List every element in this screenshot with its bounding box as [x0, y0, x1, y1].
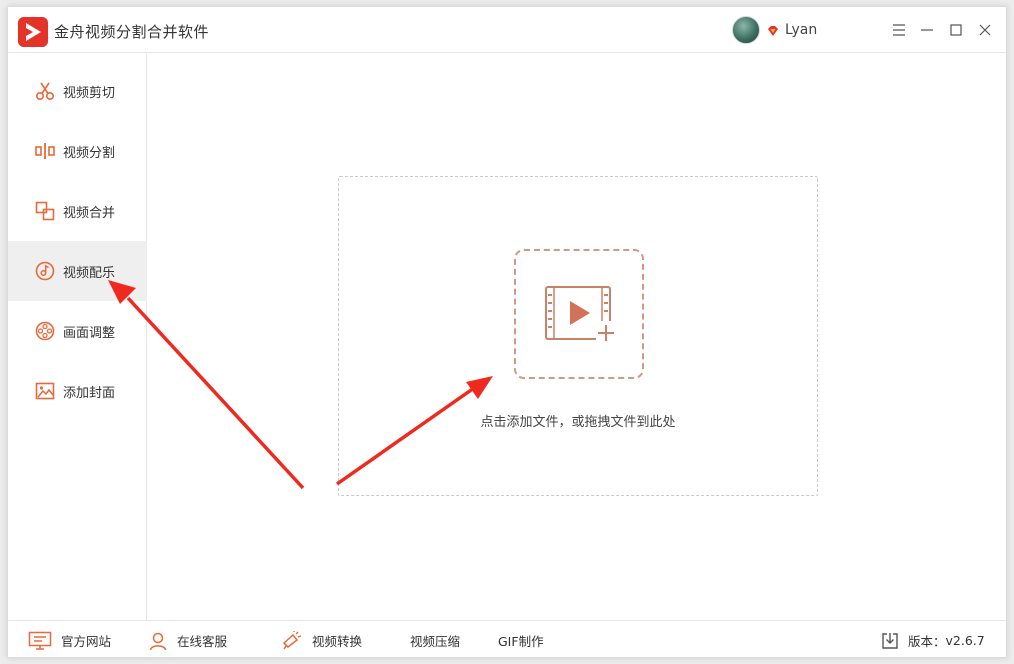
sidebar-item-video-music[interactable]: 视频配乐	[8, 241, 147, 301]
minimize-icon	[921, 29, 933, 31]
app-logo-icon	[18, 17, 48, 47]
maximize-button[interactable]	[945, 19, 967, 41]
sidebar-item-label: 添加封面	[63, 385, 116, 401]
sidebar-item-label: 视频合并	[63, 205, 116, 221]
image-icon	[35, 381, 55, 401]
main-area: 点击添加文件，或拖拽文件到此处	[148, 54, 1006, 620]
sidebar-item-video-cut[interactable]: 视频剪切	[8, 61, 147, 121]
download-icon	[881, 632, 899, 650]
video-compress-link[interactable]: 视频压缩	[410, 621, 461, 657]
close-icon	[979, 24, 991, 36]
merge-icon	[35, 201, 55, 221]
online-support-link[interactable]: 在线客服	[148, 621, 228, 657]
app-title: 金舟视频分割合并软件	[54, 23, 210, 41]
username: Lyan	[785, 22, 818, 38]
video-convert-link[interactable]: 视频转换	[281, 621, 363, 657]
online-support-label: 在线客服	[177, 634, 228, 649]
file-drop-zone[interactable]: 点击添加文件，或拖拽文件到此处	[338, 176, 818, 496]
maximize-icon	[950, 24, 962, 36]
gif-make-link[interactable]: GIF制作	[498, 621, 544, 657]
vip-diamond-icon	[766, 23, 780, 37]
customer-service-icon	[148, 631, 168, 651]
official-website-link[interactable]: 官方网站	[28, 621, 112, 657]
avatar[interactable]	[732, 16, 760, 44]
video-compress-label: 视频压缩	[410, 634, 461, 649]
official-website-label: 官方网站	[61, 634, 112, 649]
minimize-button[interactable]	[916, 19, 938, 41]
version-label: 版本：	[908, 634, 946, 649]
drop-hint-text: 点击添加文件，或拖拽文件到此处	[480, 415, 676, 430]
add-file-button[interactable]	[514, 249, 644, 379]
sidebar-item-label: 视频分割	[63, 145, 116, 161]
megaphone-icon	[281, 630, 303, 651]
sidebar-item-label: 画面调整	[63, 325, 116, 341]
menu-button[interactable]	[888, 19, 910, 41]
status-bar: 官方网站 在线客服 视频转换 视频压缩 GIF制作 版本： v2.6.7	[8, 620, 1006, 657]
user-account[interactable]: Lyan	[732, 15, 817, 45]
sidebar-item-video-split[interactable]: 视频分割	[8, 121, 147, 181]
sidebar-item-add-cover[interactable]: 添加封面	[8, 361, 147, 421]
sidebar-item-label: 视频剪切	[63, 85, 116, 101]
version-info[interactable]: 版本： v2.6.7	[881, 621, 985, 657]
monitor-icon	[28, 631, 52, 651]
add-video-icon	[545, 286, 616, 341]
version-number: v2.6.7	[945, 633, 985, 648]
sidebar-item-label: 视频配乐	[63, 265, 116, 281]
scissors-icon	[35, 81, 55, 101]
gif-make-label: GIF制作	[498, 634, 544, 649]
music-note-icon	[35, 261, 55, 281]
app-window: 金舟视频分割合并软件 Lyan 视频剪切 视频分割 视频合并 视频配乐 画面调整…	[7, 6, 1007, 658]
sidebar-item-video-merge[interactable]: 视频合并	[8, 181, 147, 241]
split-icon	[35, 141, 55, 161]
sidebar: 视频剪切 视频分割 视频合并 视频配乐 画面调整 添加封面	[8, 54, 147, 620]
close-button[interactable]	[974, 19, 996, 41]
sidebar-item-picture-adjust[interactable]: 画面调整	[8, 301, 147, 361]
hamburger-menu-icon	[893, 24, 905, 36]
film-reel-icon	[35, 321, 55, 341]
video-convert-label: 视频转换	[312, 634, 363, 649]
title-bar: 金舟视频分割合并软件 Lyan	[8, 7, 1006, 53]
